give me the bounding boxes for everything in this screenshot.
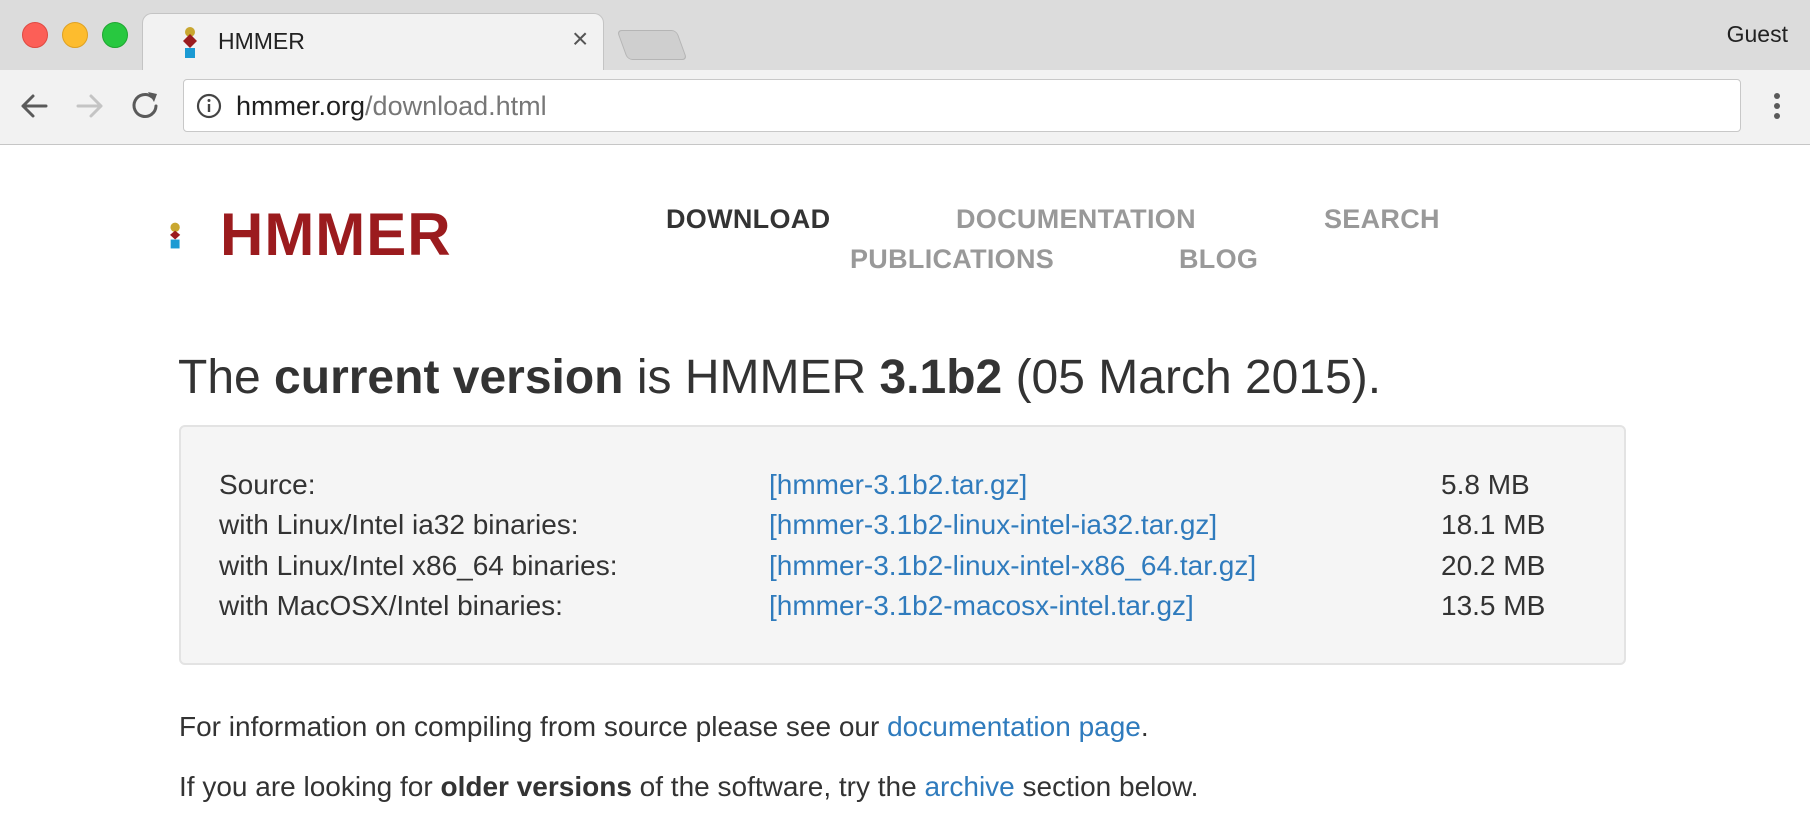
back-arrow-icon[interactable] xyxy=(14,88,54,124)
download-size: 18.1 MB xyxy=(1441,509,1546,540)
download-label: with Linux/Intel ia32 binaries: xyxy=(219,509,579,540)
title-text: is HMMER xyxy=(623,351,880,404)
download-label: with MacOSX/Intel binaries: xyxy=(219,590,563,621)
nav-blog[interactable]: BLOG xyxy=(1179,244,1258,275)
forward-arrow-icon[interactable] xyxy=(70,88,110,124)
browser-menu-icon[interactable] xyxy=(1770,88,1784,124)
url-host: hmmer.org xyxy=(236,91,366,121)
page-title: The current version is HMMER 3.1b2 (05 M… xyxy=(178,350,1381,405)
download-label: with Linux/Intel x86_64 binaries: xyxy=(219,550,618,581)
site-info-icon[interactable] xyxy=(196,93,222,119)
nav-search[interactable]: SEARCH xyxy=(1324,204,1440,235)
download-link[interactable]: [hmmer-3.1b2-macosx-intel.tar.gz] xyxy=(769,590,1194,622)
nav-publications[interactable]: PUBLICATIONS xyxy=(850,244,1054,275)
compile-info-paragraph: For information on compiling from source… xyxy=(179,711,1149,743)
archive-link[interactable]: archive xyxy=(924,771,1014,802)
title-bold-version: 3.1b2 xyxy=(879,351,1003,404)
download-size: 5.8 MB xyxy=(1441,469,1530,500)
download-link[interactable]: [hmmer-3.1b2-linux-intel-x86_64.tar.gz] xyxy=(769,550,1256,582)
download-link[interactable]: [hmmer-3.1b2.tar.gz] xyxy=(769,469,1027,501)
older-versions-bold: older versions xyxy=(440,771,632,802)
profile-label[interactable]: Guest xyxy=(1727,21,1788,48)
download-row: with Linux/Intel x86_64 binaries: [hmmer… xyxy=(181,550,1624,590)
window-minimize-button[interactable] xyxy=(62,22,88,48)
nav-download[interactable]: DOWNLOAD xyxy=(666,204,830,235)
paragraph-text: If you are looking for xyxy=(179,771,441,802)
paragraph-text: . xyxy=(1140,711,1149,742)
download-box: Source: [hmmer-3.1b2.tar.gz] 5.8 MB with… xyxy=(179,425,1626,665)
title-date: (05 March 2015). xyxy=(1002,351,1382,404)
paragraph-text: of the software, try the xyxy=(631,771,925,802)
documentation-page-link[interactable]: documentation page xyxy=(887,711,1141,742)
hmmer-favicon-icon xyxy=(183,27,197,58)
url-text[interactable]: hmmer.org/download.html xyxy=(236,91,547,122)
window-maximize-button[interactable] xyxy=(102,22,128,48)
title-text: The xyxy=(178,351,275,404)
download-row: with Linux/Intel ia32 binaries: [hmmer-3… xyxy=(181,509,1624,549)
tab-title: HMMER xyxy=(218,28,305,54)
browser-tab-active[interactable] xyxy=(142,13,604,72)
new-tab-button[interactable] xyxy=(616,30,688,60)
download-row: with MacOSX/Intel binaries: [hmmer-3.1b2… xyxy=(181,590,1624,630)
older-versions-paragraph: If you are looking for older versions of… xyxy=(179,771,1198,803)
tab-close-icon[interactable]: × xyxy=(572,24,588,54)
window-close-button[interactable] xyxy=(22,22,48,48)
download-link[interactable]: [hmmer-3.1b2-linux-intel-ia32.tar.gz] xyxy=(769,509,1217,541)
paragraph-text: For information on compiling from source… xyxy=(179,711,888,742)
nav-documentation[interactable]: DOCUMENTATION xyxy=(956,204,1196,235)
download-size: 13.5 MB xyxy=(1441,590,1546,621)
url-path: /download.html xyxy=(365,91,547,121)
download-label: Source: xyxy=(219,469,316,500)
reload-icon[interactable] xyxy=(126,88,166,124)
title-bold-current-version: current version xyxy=(274,351,624,404)
logo-wordmark[interactable]: HMMER xyxy=(220,200,452,269)
download-row: Source: [hmmer-3.1b2.tar.gz] 5.8 MB xyxy=(181,469,1624,509)
download-size: 20.2 MB xyxy=(1441,550,1546,581)
paragraph-text: section below. xyxy=(1014,771,1199,802)
